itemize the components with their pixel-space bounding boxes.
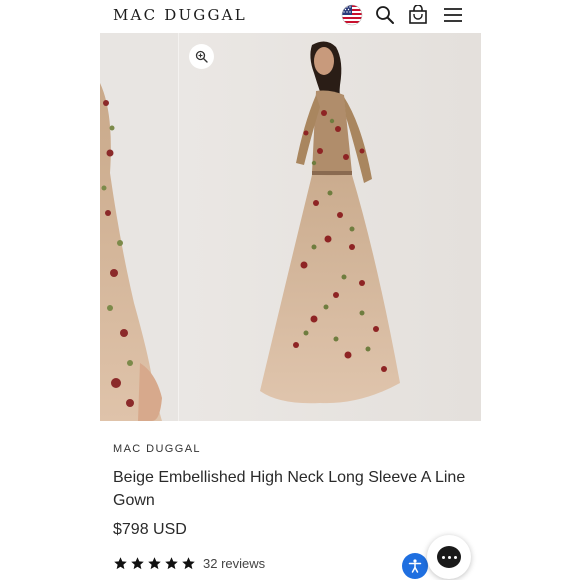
chat-bubble-icon[interactable] <box>427 535 471 579</box>
product-rating[interactable]: 32 reviews <box>113 556 265 571</box>
accessibility-icon[interactable] <box>402 553 428 579</box>
site-logo[interactable]: MAC DUGGAL <box>113 6 247 24</box>
star-icon <box>165 557 178 570</box>
site-header: MAC DUGGAL <box>0 0 580 32</box>
product-brand[interactable]: MAC DUGGAL <box>113 443 201 455</box>
star-icon <box>182 557 195 570</box>
reviews-link[interactable]: 32 reviews <box>203 556 265 571</box>
gallery-images <box>100 33 481 421</box>
hamburger-menu-icon[interactable] <box>441 4 465 26</box>
us-flag-icon[interactable] <box>340 4 364 26</box>
search-icon[interactable] <box>373 4 397 26</box>
star-icon <box>131 557 144 570</box>
chat-dots-icon <box>437 546 461 568</box>
product-title: Beige Embellished High Neck Long Sleeve … <box>113 469 466 509</box>
product-image-gallery[interactable] <box>100 33 481 421</box>
star-icon <box>148 557 161 570</box>
star-icon <box>114 557 127 570</box>
product-price: $798 USD <box>113 521 187 538</box>
shopping-bag-icon[interactable] <box>406 4 430 26</box>
zoom-in-icon[interactable] <box>189 44 214 69</box>
gown-side-view[interactable] <box>100 33 178 421</box>
